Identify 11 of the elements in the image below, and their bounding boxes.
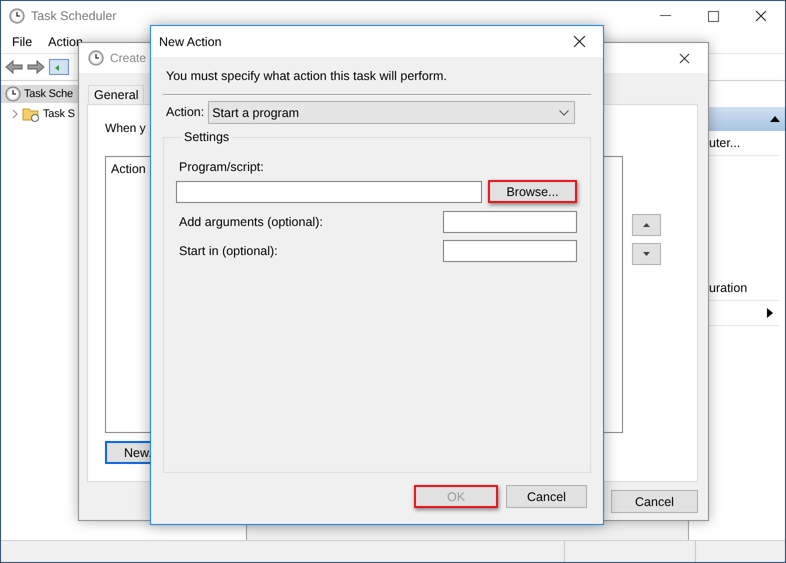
dialog-title: Create	[110, 51, 146, 65]
field-label: Start in (optional):	[179, 244, 278, 258]
group-label: Settings	[183, 130, 230, 144]
column-header: Action	[111, 162, 146, 176]
intro-text: When y	[105, 121, 147, 136]
window-title: Task Scheduler	[31, 9, 116, 23]
field-label: Program/script:	[178, 160, 265, 175]
field-label: Add arguments (optional):	[179, 214, 323, 230]
dialog-title: New Action	[159, 34, 222, 48]
action-label: Action:	[166, 105, 204, 120]
instruction-text: You must specify what action this task will perform.	[165, 69, 448, 84]
